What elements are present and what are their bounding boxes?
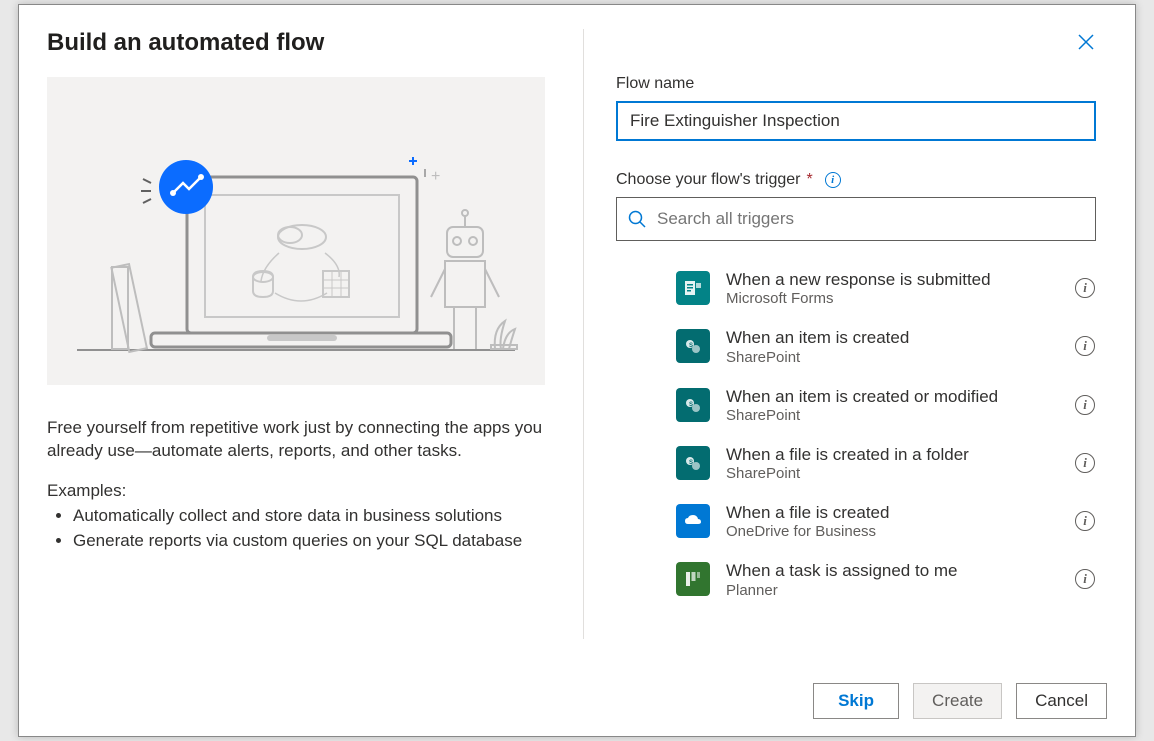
info-icon[interactable]: i xyxy=(1075,278,1095,298)
create-button[interactable]: Create xyxy=(913,683,1002,719)
trigger-item[interactable]: When a task is assigned to mePlanner i xyxy=(646,550,1107,608)
info-icon[interactable]: i xyxy=(1075,395,1095,415)
example-item: Generate reports via custom queries on y… xyxy=(73,530,559,553)
trigger-source: Planner xyxy=(726,582,1059,599)
dialog-title: Build an automated flow xyxy=(47,29,559,57)
cancel-button[interactable]: Cancel xyxy=(1016,683,1107,719)
info-icon[interactable]: i xyxy=(825,172,841,188)
trigger-source: SharePoint xyxy=(726,465,1059,482)
trigger-title: When a new response is submitted xyxy=(726,269,1059,290)
required-asterisk: * xyxy=(806,171,812,189)
planner-icon xyxy=(676,562,710,596)
sp-icon: S xyxy=(676,388,710,422)
info-icon[interactable]: i xyxy=(1075,453,1095,473)
trigger-title: When an item is created or modified xyxy=(726,386,1059,407)
search-icon xyxy=(627,209,647,229)
trigger-item[interactable]: S When an item is created or modifiedShar… xyxy=(646,376,1107,434)
trigger-title: When a file is created in a folder xyxy=(726,444,1059,465)
trigger-item[interactable]: When a new response is submittedMicrosof… xyxy=(646,259,1107,317)
trigger-title: When an item is created xyxy=(726,327,1059,348)
svg-text:S: S xyxy=(689,343,693,349)
svg-text:+: + xyxy=(431,168,440,185)
svg-text:S: S xyxy=(689,402,693,408)
trigger-source: SharePoint xyxy=(726,407,1059,424)
trigger-search[interactable] xyxy=(616,197,1096,241)
trigger-source: OneDrive for Business xyxy=(726,523,1059,540)
examples-list: Automatically collect and store data in … xyxy=(73,505,559,555)
illustration: + xyxy=(47,77,545,385)
trigger-label: Choose your flow's trigger * i xyxy=(616,171,1107,189)
trigger-list: When a new response is submittedMicrosof… xyxy=(616,259,1107,609)
trigger-title: When a file is created xyxy=(726,502,1059,523)
trigger-item[interactable]: S When an item is createdSharePoint i xyxy=(646,317,1107,375)
info-icon[interactable]: i xyxy=(1075,336,1095,356)
trigger-item[interactable]: When a file is createdOneDrive for Busin… xyxy=(646,492,1107,550)
skip-button[interactable]: Skip xyxy=(813,683,899,719)
trigger-title: When a task is assigned to me xyxy=(726,560,1059,581)
examples-header: Examples: xyxy=(47,481,559,501)
trigger-item[interactable]: S When a file is created in a folderShare… xyxy=(646,434,1107,492)
build-flow-dialog: Build an automated flow xyxy=(18,4,1136,737)
od-icon xyxy=(676,504,710,538)
sp-icon: S xyxy=(676,446,710,480)
trigger-search-input[interactable] xyxy=(657,209,1085,229)
flowname-input[interactable] xyxy=(616,101,1096,141)
divider xyxy=(583,29,584,639)
info-icon[interactable]: i xyxy=(1075,511,1095,531)
description: Free yourself from repetitive work just … xyxy=(47,417,547,463)
trigger-source: Microsoft Forms xyxy=(726,290,1059,307)
sp-icon: S xyxy=(676,329,710,363)
svg-text:S: S xyxy=(689,460,693,466)
trigger-source: SharePoint xyxy=(726,349,1059,366)
trigger-scroll-area[interactable]: Flow name Choose your flow's trigger * i xyxy=(616,75,1123,645)
example-item: Automatically collect and store data in … xyxy=(73,505,559,528)
forms-icon xyxy=(676,271,710,305)
flowname-label: Flow name xyxy=(616,75,1107,93)
info-icon[interactable]: i xyxy=(1075,569,1095,589)
dialog-footer: Skip Create Cancel xyxy=(19,666,1135,736)
